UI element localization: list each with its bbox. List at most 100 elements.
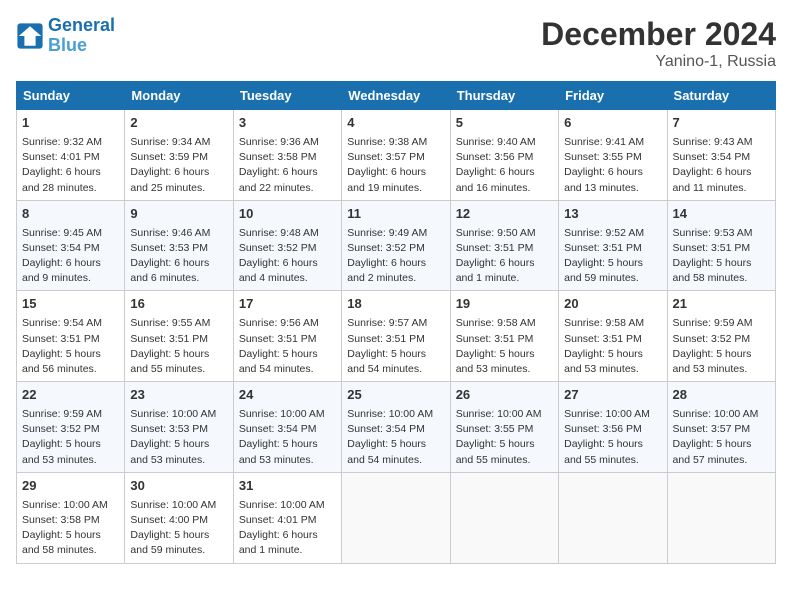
day-info: Sunrise: 10:00 AM: [456, 407, 553, 422]
day-info: Daylight: 5 hours: [347, 347, 444, 362]
day-info: and 2 minutes.: [347, 271, 444, 286]
calendar-week-5: 29Sunrise: 10:00 AMSunset: 3:58 PMDaylig…: [17, 472, 776, 563]
day-number: 28: [673, 386, 770, 405]
day-info: Sunrise: 9:59 AM: [673, 316, 770, 331]
day-info: Daylight: 5 hours: [673, 256, 770, 271]
day-info: and 57 minutes.: [673, 453, 770, 468]
day-number: 14: [673, 205, 770, 224]
day-info: Daylight: 5 hours: [22, 347, 119, 362]
day-info: and 58 minutes.: [673, 271, 770, 286]
day-info: Sunrise: 9:40 AM: [456, 135, 553, 150]
day-info: Daylight: 6 hours: [22, 256, 119, 271]
day-number: 23: [130, 386, 227, 405]
day-info: Sunrise: 9:41 AM: [564, 135, 661, 150]
calendar-cell: 28 Sunrise: 10:00 AMSunset: 3:57 PMDaylig…: [667, 382, 775, 473]
day-info: Sunset: 3:58 PM: [22, 513, 119, 528]
day-info: Daylight: 5 hours: [456, 347, 553, 362]
day-info: Sunset: 3:51 PM: [130, 332, 227, 347]
day-number: 5: [456, 114, 553, 133]
day-info: Sunset: 3:54 PM: [22, 241, 119, 256]
day-info: Sunset: 3:51 PM: [456, 332, 553, 347]
calendar-week-3: 15Sunrise: 9:54 AMSunset: 3:51 PMDayligh…: [17, 291, 776, 382]
calendar-week-4: 22Sunrise: 9:59 AMSunset: 3:52 PMDayligh…: [17, 382, 776, 473]
day-number: 4: [347, 114, 444, 133]
calendar-cell: 27Sunrise: 10:00 AMSunset: 3:56 PMDaylig…: [559, 382, 667, 473]
calendar-week-1: 1Sunrise: 9:32 AMSunset: 4:01 PMDaylight…: [17, 110, 776, 201]
day-info: and 55 minutes.: [130, 362, 227, 377]
day-info: and 19 minutes.: [347, 181, 444, 196]
column-header-tuesday: Tuesday: [233, 82, 341, 110]
location: Yanino-1, Russia: [541, 53, 776, 71]
day-info: Sunrise: 9:55 AM: [130, 316, 227, 331]
day-number: 24: [239, 386, 336, 405]
calendar-cell: 25Sunrise: 10:00 AMSunset: 3:54 PMDaylig…: [342, 382, 450, 473]
day-info: Sunset: 3:55 PM: [456, 422, 553, 437]
day-number: 13: [564, 205, 661, 224]
calendar-cell: 7Sunrise: 9:43 AMSunset: 3:54 PMDaylight…: [667, 110, 775, 201]
day-info: Sunset: 3:51 PM: [564, 332, 661, 347]
day-number: 30: [130, 477, 227, 496]
day-info: and 59 minutes.: [130, 543, 227, 558]
day-info: Daylight: 6 hours: [22, 165, 119, 180]
calendar-cell: 4Sunrise: 9:38 AMSunset: 3:57 PMDaylight…: [342, 110, 450, 201]
day-info: Sunset: 3:58 PM: [239, 150, 336, 165]
day-info: and 28 minutes.: [22, 181, 119, 196]
day-info: Daylight: 5 hours: [564, 437, 661, 452]
day-info: Sunset: 3:52 PM: [22, 422, 119, 437]
calendar-cell: 8Sunrise: 9:45 AMSunset: 3:54 PMDaylight…: [17, 200, 125, 291]
calendar-cell: 6Sunrise: 9:41 AMSunset: 3:55 PMDaylight…: [559, 110, 667, 201]
day-info: Sunrise: 10:00 AM: [239, 498, 336, 513]
day-info: and 1 minute.: [239, 543, 336, 558]
day-info: Sunset: 4:01 PM: [22, 150, 119, 165]
day-info: Sunrise: 9:56 AM: [239, 316, 336, 331]
day-number: 16: [130, 295, 227, 314]
day-number: 6: [564, 114, 661, 133]
day-info: Sunrise: 10:00 AM: [347, 407, 444, 422]
day-info: Daylight: 5 hours: [673, 437, 770, 452]
calendar-cell: 22Sunrise: 9:59 AMSunset: 3:52 PMDayligh…: [17, 382, 125, 473]
day-info: Sunrise: 10:00 AM: [22, 498, 119, 513]
logo-icon: [16, 22, 44, 50]
day-info: and 22 minutes.: [239, 181, 336, 196]
calendar-body: 1Sunrise: 9:32 AMSunset: 4:01 PMDaylight…: [17, 110, 776, 564]
day-number: 7: [673, 114, 770, 133]
column-header-friday: Friday: [559, 82, 667, 110]
day-number: 27: [564, 386, 661, 405]
day-number: 18: [347, 295, 444, 314]
day-info: and 53 minutes.: [564, 362, 661, 377]
day-number: 22: [22, 386, 119, 405]
day-info: Sunset: 3:56 PM: [456, 150, 553, 165]
day-number: 1: [22, 114, 119, 133]
day-info: Sunrise: 10:00 AM: [673, 407, 770, 422]
day-info: Sunset: 3:57 PM: [347, 150, 444, 165]
day-info: Sunrise: 9:36 AM: [239, 135, 336, 150]
day-info: Daylight: 6 hours: [239, 256, 336, 271]
day-info: and 56 minutes.: [22, 362, 119, 377]
day-info: Daylight: 6 hours: [239, 165, 336, 180]
day-number: 31: [239, 477, 336, 496]
day-info: Daylight: 5 hours: [22, 528, 119, 543]
day-info: and 53 minutes.: [22, 453, 119, 468]
column-header-saturday: Saturday: [667, 82, 775, 110]
day-info: Daylight: 6 hours: [130, 165, 227, 180]
day-info: Sunset: 3:52 PM: [239, 241, 336, 256]
column-header-thursday: Thursday: [450, 82, 558, 110]
calendar-cell: 20Sunrise: 9:58 AMSunset: 3:51 PMDayligh…: [559, 291, 667, 382]
day-info: and 54 minutes.: [347, 362, 444, 377]
day-info: Sunset: 3:52 PM: [673, 332, 770, 347]
calendar-cell: 11Sunrise: 9:49 AMSunset: 3:52 PMDayligh…: [342, 200, 450, 291]
day-info: Daylight: 5 hours: [564, 256, 661, 271]
calendar-cell: 23Sunrise: 10:00 AMSunset: 3:53 PMDaylig…: [125, 382, 233, 473]
day-info: Sunset: 3:54 PM: [347, 422, 444, 437]
day-info: Sunrise: 9:58 AM: [564, 316, 661, 331]
calendar-cell: 12Sunrise: 9:50 AMSunset: 3:51 PMDayligh…: [450, 200, 558, 291]
day-info: Sunset: 3:57 PM: [673, 422, 770, 437]
calendar-cell: 17Sunrise: 9:56 AMSunset: 3:51 PMDayligh…: [233, 291, 341, 382]
day-info: Sunrise: 9:43 AM: [673, 135, 770, 150]
day-info: Daylight: 5 hours: [239, 437, 336, 452]
day-number: 11: [347, 205, 444, 224]
day-info: and 55 minutes.: [564, 453, 661, 468]
day-info: Daylight: 5 hours: [130, 347, 227, 362]
calendar-cell: 2Sunrise: 9:34 AMSunset: 3:59 PMDaylight…: [125, 110, 233, 201]
calendar-cell: [450, 472, 558, 563]
